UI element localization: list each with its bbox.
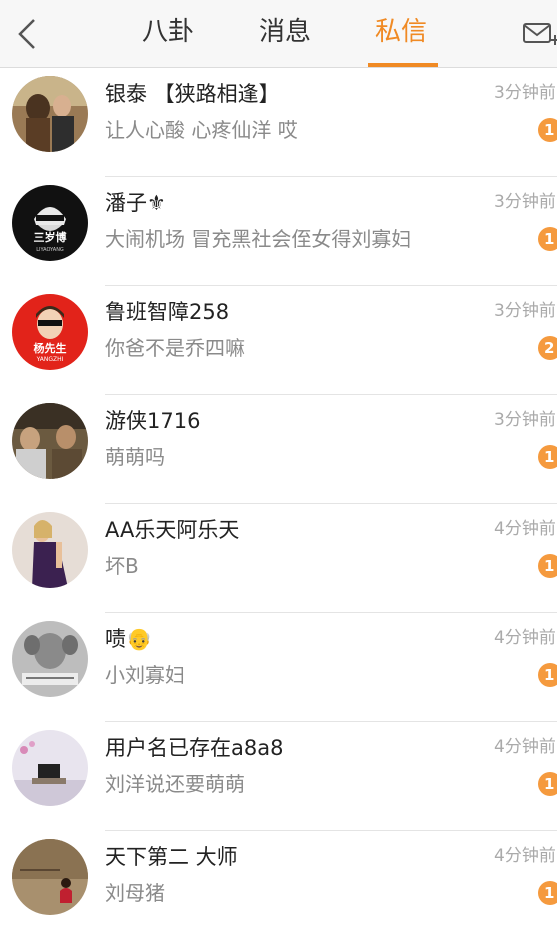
avatar-photo [12,512,88,588]
contact-name: 鲁班智障258 [105,300,230,324]
conversation-row[interactable]: 天下第二 大师 刘母猪 4分钟前 1 [0,831,557,940]
unread-badge: 1 [538,881,557,905]
message-preview: 你爸不是乔四嘛 [105,336,245,360]
message-time: 4分钟前 [494,628,556,648]
top-nav-bar: 八卦 消息 私信 [0,0,557,68]
conversation-row[interactable]: 用户名已存在a8a8 刘洋说还要萌萌 4分钟前 1 [0,722,557,831]
conversation-row[interactable]: AA乐天阿乐天 坏B 4分钟前 1 [0,504,557,613]
unread-badge: 1 [538,445,557,469]
avatar [12,839,88,915]
message-preview: 坏B [105,554,139,578]
message-preview: 大闹机场 冒充黑社会侄女得刘寡妇 [105,227,412,251]
message-time: 4分钟前 [494,737,556,757]
conversation-list: 银泰 【狭路相逢】 让人心酸 心疼仙洋 哎 3分钟前 1 三岁博 LIYAOYA… [0,68,557,940]
conversation-row[interactable]: 银泰 【狭路相逢】 让人心酸 心疼仙洋 哎 3分钟前 1 [0,68,557,177]
message-preview: 让人心酸 心疼仙洋 哎 [105,118,298,142]
avatar-photo [12,839,88,915]
envelope-plus-icon [523,23,557,45]
message-time: 3分钟前 [494,192,556,212]
contact-name: 银泰 【狭路相逢】 [105,82,280,106]
tab-gossip[interactable]: 八卦 [142,14,194,50]
contact-name: 啧👴 [105,627,153,651]
message-preview: 萌萌吗 [105,445,165,469]
avatar [12,621,88,697]
unread-badge: 1 [538,118,557,142]
message-preview: 小刘寡妇 [105,663,185,687]
message-time: 3分钟前 [494,410,556,430]
avatar [12,730,88,806]
unread-badge: 1 [538,227,557,251]
contact-name: 潘子⚜ [105,191,166,215]
svg-text:LIYAOYANG: LIYAOYANG [36,247,64,253]
avatar: 杨先生 YANGZHI [12,294,88,370]
tab-bar: 八卦 消息 私信 [0,0,557,67]
avatar-photo [12,403,88,479]
message-preview: 刘洋说还要萌萌 [105,772,245,796]
unread-badge: 2 [538,336,557,360]
message-time: 3分钟前 [494,301,556,321]
unread-badge: 1 [538,663,557,687]
message-preview: 刘母猪 [105,881,165,905]
conversation-row[interactable]: 杨先生 YANGZHI 鲁班智障258 你爸不是乔四嘛 3分钟前 2 [0,286,557,395]
avatar-photo [12,621,88,697]
conversation-row[interactable]: 三岁博 LIYAOYANG 潘子⚜ 大闹机场 冒充黑社会侄女得刘寡妇 3分钟前 … [0,177,557,286]
message-time: 4分钟前 [494,846,556,866]
avatar-photo [12,730,88,806]
avatar [12,512,88,588]
avatar-logo: 杨先生 YANGZHI [12,294,88,370]
contact-name: 天下第二 大师 [105,845,238,869]
svg-text:杨先生: 杨先生 [34,341,67,355]
avatar-logo: 三岁博 LIYAOYANG [12,185,88,261]
tab-private-messages[interactable]: 私信 [375,14,427,50]
tab-messages[interactable]: 消息 [259,14,311,50]
svg-text:三岁博: 三岁博 [34,230,67,244]
unread-badge: 1 [538,554,557,578]
avatar: 三岁博 LIYAOYANG [12,185,88,261]
avatar-photo [12,76,88,152]
avatar [12,76,88,152]
unread-badge: 1 [538,772,557,796]
contact-name: 游侠1716 [105,409,201,433]
message-time: 4分钟前 [494,519,556,539]
message-time: 3分钟前 [494,83,556,103]
conversation-row[interactable]: 游侠1716 萌萌吗 3分钟前 1 [0,395,557,504]
contact-name: 用户名已存在a8a8 [105,736,284,760]
conversation-row[interactable]: 啧👴 小刘寡妇 4分钟前 1 [0,613,557,722]
svg-text:YANGZHI: YANGZHI [36,356,64,363]
compose-button[interactable] [520,16,557,52]
contact-name: AA乐天阿乐天 [105,518,240,542]
active-tab-indicator [368,63,438,67]
avatar [12,403,88,479]
